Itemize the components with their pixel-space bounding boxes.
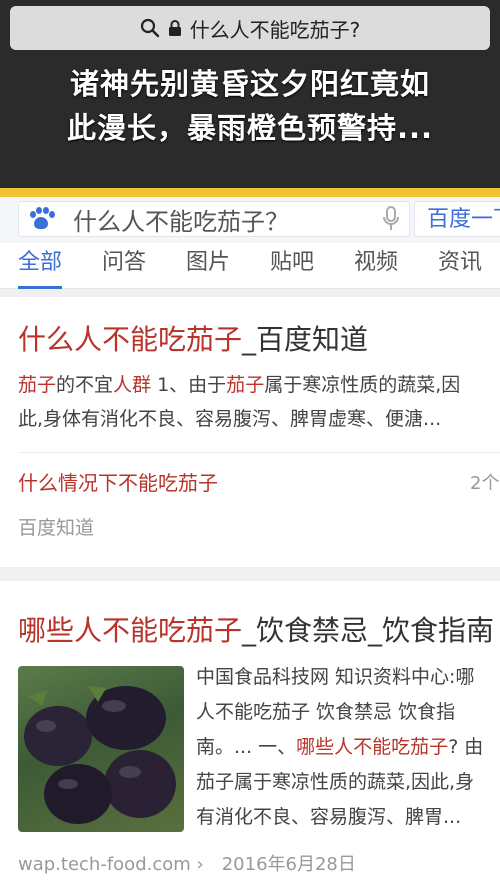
result-gap (0, 567, 500, 581)
overlay-caption: 诸神先别黄昏这夕阳红竟如 此漫长，暴雨橙色预警持... (0, 62, 500, 150)
result-2-date: 2016年6月28日 (221, 854, 356, 875)
tab-all[interactable]: 全部 (18, 243, 63, 289)
lock-icon (168, 19, 182, 37)
result-2-footer: wap.tech-food.com › 2016年6月28日 (18, 850, 356, 876)
tab-tieba[interactable]: 贴吧 (270, 243, 314, 289)
eggplant-thumbnail[interactable] (18, 666, 184, 832)
result-1-sub-count: 2个 (470, 473, 500, 494)
caption-line-1: 诸神先别黄昏这夕阳红竟如 (69, 67, 430, 101)
search-icon (140, 18, 160, 38)
gold-divider-stripe (0, 188, 500, 197)
result-2-url[interactable]: wap.tech-food.com › (18, 854, 204, 875)
search-input[interactable]: 什么人不能吃茄子？ (73, 202, 373, 237)
caption-line-2: 此漫长，暴雨橙色预警持... (66, 111, 434, 145)
top-overlay: 什么人不能吃茄子? 诸神先别黄昏这夕阳红竟如 此漫长，暴雨橙色预警持... (0, 0, 500, 188)
search-area: 什么人不能吃茄子？ 百度一下 (0, 197, 500, 243)
address-bar[interactable]: 什么人不能吃茄子? (10, 6, 490, 50)
result-1-title[interactable]: 什么人不能吃茄子_百度知道 (18, 318, 368, 358)
result-1-snippet-line-1: 茄子的不宜人群 1、由于茄子属于寒凉性质的蔬菜,因 (18, 374, 461, 396)
result-2-snippet-line-2: 人不能吃茄子 饮食禁忌 饮食指 (196, 701, 456, 723)
result-2-title[interactable]: 哪些人不能吃茄子_饮食禁忌_饮食指南 (18, 609, 494, 649)
result-2-snippet-line-5: 有消化不良、容易腹泻、脾胃... (196, 806, 462, 828)
result-2-snippet-line-3: 南。... 一、哪些人不能吃茄子? 由 (196, 736, 484, 758)
microphone-icon[interactable] (373, 206, 409, 232)
tab-news[interactable]: 资讯 (438, 243, 482, 289)
search-box[interactable]: 什么人不能吃茄子？ (18, 201, 410, 237)
tab-images[interactable]: 图片 (186, 243, 230, 289)
tab-qa[interactable]: 问答 (102, 243, 146, 289)
search-tabs: 全部 问答 图片 贴吧 视频 资讯 (0, 243, 500, 289)
search-button[interactable]: 百度一下 (414, 201, 500, 237)
address-text: 什么人不能吃茄子? (189, 17, 361, 42)
tab-video[interactable]: 视频 (354, 243, 398, 289)
result-1-source: 百度知道 (18, 517, 95, 539)
result-1-snippet-line-2: 此,身体有消化不良、容易腹泻、脾胃虚寒、便溏... (18, 408, 442, 430)
result-1-divider (18, 452, 500, 453)
baidu-paw-icon (27, 207, 55, 231)
result-2-snippet-line-1: 中国食品科技网 知识资料中心:哪 (196, 666, 475, 688)
result-1-sub-link[interactable]: 什么情况下不能吃茄子 (18, 467, 218, 496)
section-gap (0, 289, 500, 297)
result-2-snippet-line-4: 茄子属于寒凉性质的蔬菜,因此,身 (196, 771, 475, 793)
